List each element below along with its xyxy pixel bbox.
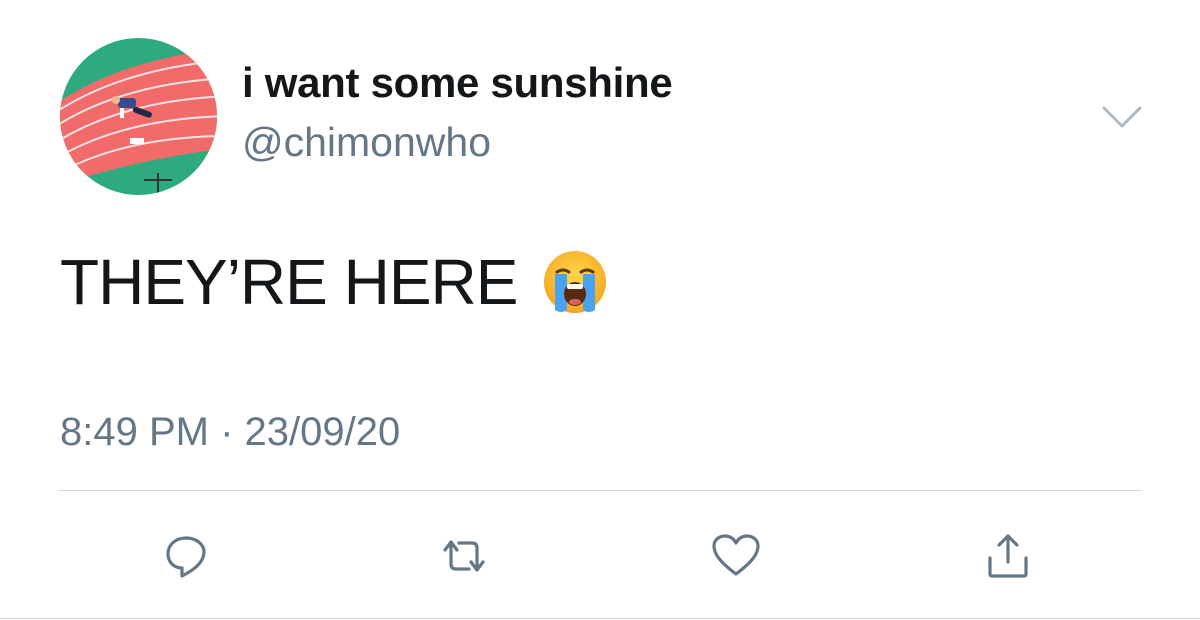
retweet-icon [443,540,485,572]
tweet-text-content: THEY’RE HERE [60,246,518,318]
chevron-down-icon [1102,106,1142,128]
reply-button[interactable] [156,528,216,584]
share-icon [988,534,1028,578]
tweet-text: THEY’RE HERE [60,248,609,316]
bottom-divider [0,618,1200,619]
like-button[interactable] [706,528,766,584]
heart-icon [712,534,760,576]
running-track-photo [60,38,217,195]
tweet-timestamp[interactable]: 8:49 PM · 23/09/20 [60,412,400,452]
share-button[interactable] [978,528,1038,584]
retweet-button[interactable] [434,528,494,584]
tweet-menu-button[interactable] [1098,100,1146,134]
tweet-card: i want some sunshine @chimonwho THEY’RE … [0,0,1200,620]
loudly-crying-face-icon [541,248,609,316]
speech-bubble-icon [166,536,206,578]
author-display-name[interactable]: i want some sunshine [242,62,673,104]
author-handle[interactable]: @chimonwho [242,122,491,163]
avatar[interactable] [60,38,217,195]
divider [58,490,1142,491]
